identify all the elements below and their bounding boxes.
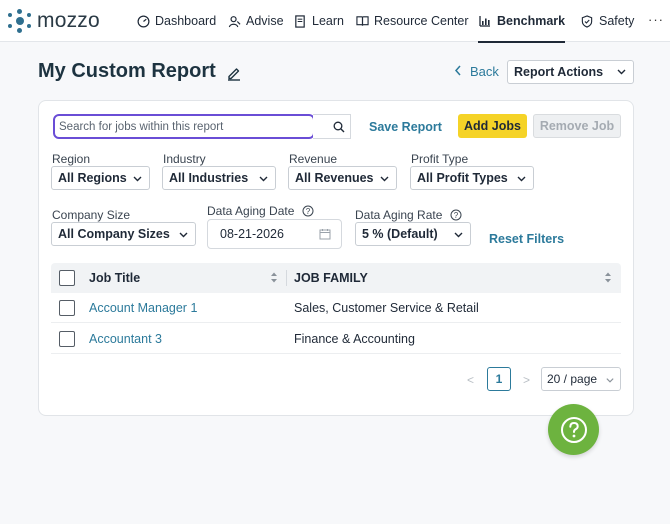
more-menu-icon[interactable]: ···: [648, 12, 664, 27]
revenue-label: Revenue: [289, 152, 338, 166]
profit-type-select[interactable]: All Profit Types: [410, 166, 534, 190]
search-field-spacer: [313, 114, 328, 139]
industry-value: All Industries: [169, 171, 249, 185]
row-checkbox[interactable]: [59, 331, 75, 347]
nav-safety[interactable]: Safety: [580, 0, 634, 42]
chevron-down-icon: [178, 229, 189, 243]
page-size-value: 20 / page: [547, 372, 598, 386]
save-report-button[interactable]: Save Report: [369, 120, 442, 134]
select-all-checkbox[interactable]: [59, 270, 75, 286]
industry-label: Industry: [163, 152, 206, 166]
pagination-prev-button[interactable]: <: [467, 373, 474, 387]
column-divider: [286, 270, 287, 286]
nav-advise-label: Advise: [246, 14, 284, 28]
region-label: Region: [52, 152, 91, 166]
pagination-page-1[interactable]: 1: [487, 367, 511, 391]
search-icon: [333, 121, 344, 132]
page-size-select[interactable]: 20 / page: [541, 367, 621, 391]
report-card: Save Report Add Jobs Remove Job Region A…: [38, 100, 634, 416]
help-button[interactable]: [548, 404, 599, 455]
safety-shield-icon: [580, 14, 594, 28]
nav-benchmark[interactable]: Benchmark: [478, 0, 566, 43]
chevron-left-icon: [454, 64, 462, 79]
data-aging-date-picker[interactable]: 08-21-2026: [207, 219, 342, 249]
remove-job-button[interactable]: Remove Job: [533, 114, 621, 138]
data-aging-rate-label-text: Data Aging Rate: [355, 208, 443, 222]
nav-resource-center[interactable]: Resource Center: [355, 0, 469, 42]
region-value: All Regions: [58, 171, 127, 185]
data-aging-date-label-text: Data Aging Date: [207, 204, 295, 218]
data-aging-date-value: 08-21-2026: [220, 227, 284, 241]
chevron-down-icon: [379, 173, 390, 187]
revenue-value: All Revenues: [295, 171, 374, 185]
page-title-text: My Custom Report: [38, 60, 216, 82]
back-link[interactable]: Back: [454, 64, 499, 79]
data-aging-date-label: Data Aging Date ?: [207, 204, 314, 220]
nav-resource-center-label: Resource Center: [374, 14, 469, 28]
reset-filters-button[interactable]: Reset Filters: [489, 232, 564, 246]
svg-text:?: ?: [306, 207, 311, 216]
nav-learn[interactable]: Learn: [293, 0, 344, 42]
chevron-down-icon: [258, 173, 269, 187]
search-button[interactable]: [327, 114, 351, 139]
sort-icon[interactable]: [270, 271, 278, 289]
table-row: Account Manager 1 Sales, Customer Servic…: [51, 293, 621, 323]
row-checkbox[interactable]: [59, 300, 75, 316]
report-actions-dropdown[interactable]: Report Actions: [507, 60, 634, 84]
nav-dashboard-label: Dashboard: [155, 14, 217, 28]
advise-person-icon: [227, 14, 241, 28]
info-icon[interactable]: ?: [302, 205, 314, 220]
mozzo-logo[interactable]: mozzo: [6, 8, 100, 34]
nav-advise[interactable]: Advise: [227, 0, 284, 42]
svg-text:?: ?: [454, 211, 459, 220]
profit-type-value: All Profit Types: [417, 171, 508, 185]
nav-benchmark-label: Benchmark: [497, 14, 566, 28]
search-field[interactable]: [53, 114, 315, 139]
resource-center-book-icon: [355, 14, 369, 28]
search-input[interactable]: [59, 118, 309, 136]
job-title-link[interactable]: Accountant 3: [89, 332, 162, 346]
sort-icon[interactable]: [604, 271, 612, 289]
nav-safety-label: Safety: [599, 14, 635, 28]
job-family-cell: Finance & Accounting: [294, 332, 415, 346]
data-aging-rate-value: 5 % (Default): [362, 227, 438, 241]
table-header: Job Title JOB FAMILY: [51, 263, 621, 293]
back-link-label: Back: [470, 64, 499, 79]
report-actions-label: Report Actions: [514, 65, 604, 79]
nav-dashboard[interactable]: Dashboard: [136, 0, 216, 42]
mozzo-logo-mark: [6, 8, 32, 34]
top-navigation-bar: mozzo Dashboard Advise Learn Resource Ce…: [0, 0, 670, 43]
company-size-select[interactable]: All Company Sizes: [51, 222, 196, 246]
job-family-cell: Sales, Customer Service & Retail: [294, 301, 479, 315]
learn-book-icon: [293, 14, 307, 28]
chevron-down-icon: [616, 66, 627, 80]
column-header-job-title[interactable]: Job Title: [89, 271, 140, 285]
column-header-job-family[interactable]: JOB FAMILY: [294, 271, 368, 285]
edit-pencil-icon[interactable]: [226, 64, 242, 81]
nav-learn-label: Learn: [312, 14, 344, 28]
data-aging-rate-select[interactable]: 5 % (Default): [355, 222, 471, 246]
table-row: Accountant 3 Finance & Accounting: [51, 324, 621, 354]
pagination-next-button[interactable]: >: [523, 373, 530, 387]
company-size-value: All Company Sizes: [58, 227, 170, 241]
page-title: My Custom Report: [38, 60, 242, 83]
help-question-icon: [560, 416, 587, 443]
chevron-down-icon: [132, 173, 143, 187]
job-title-link[interactable]: Account Manager 1: [89, 301, 197, 315]
company-size-label: Company Size: [52, 208, 131, 222]
add-jobs-button[interactable]: Add Jobs: [458, 114, 527, 138]
industry-select[interactable]: All Industries: [162, 166, 276, 190]
brand-name: mozzo: [37, 9, 100, 32]
chevron-down-icon: [516, 173, 527, 187]
dashboard-gauge-icon: [136, 14, 150, 28]
chevron-down-icon: [605, 374, 615, 388]
revenue-select[interactable]: All Revenues: [288, 166, 397, 190]
calendar-icon: [319, 228, 331, 243]
region-select[interactable]: All Regions: [51, 166, 150, 190]
chevron-down-icon: [453, 229, 464, 243]
benchmark-chart-icon: [478, 14, 492, 28]
profit-type-label: Profit Type: [411, 152, 469, 166]
